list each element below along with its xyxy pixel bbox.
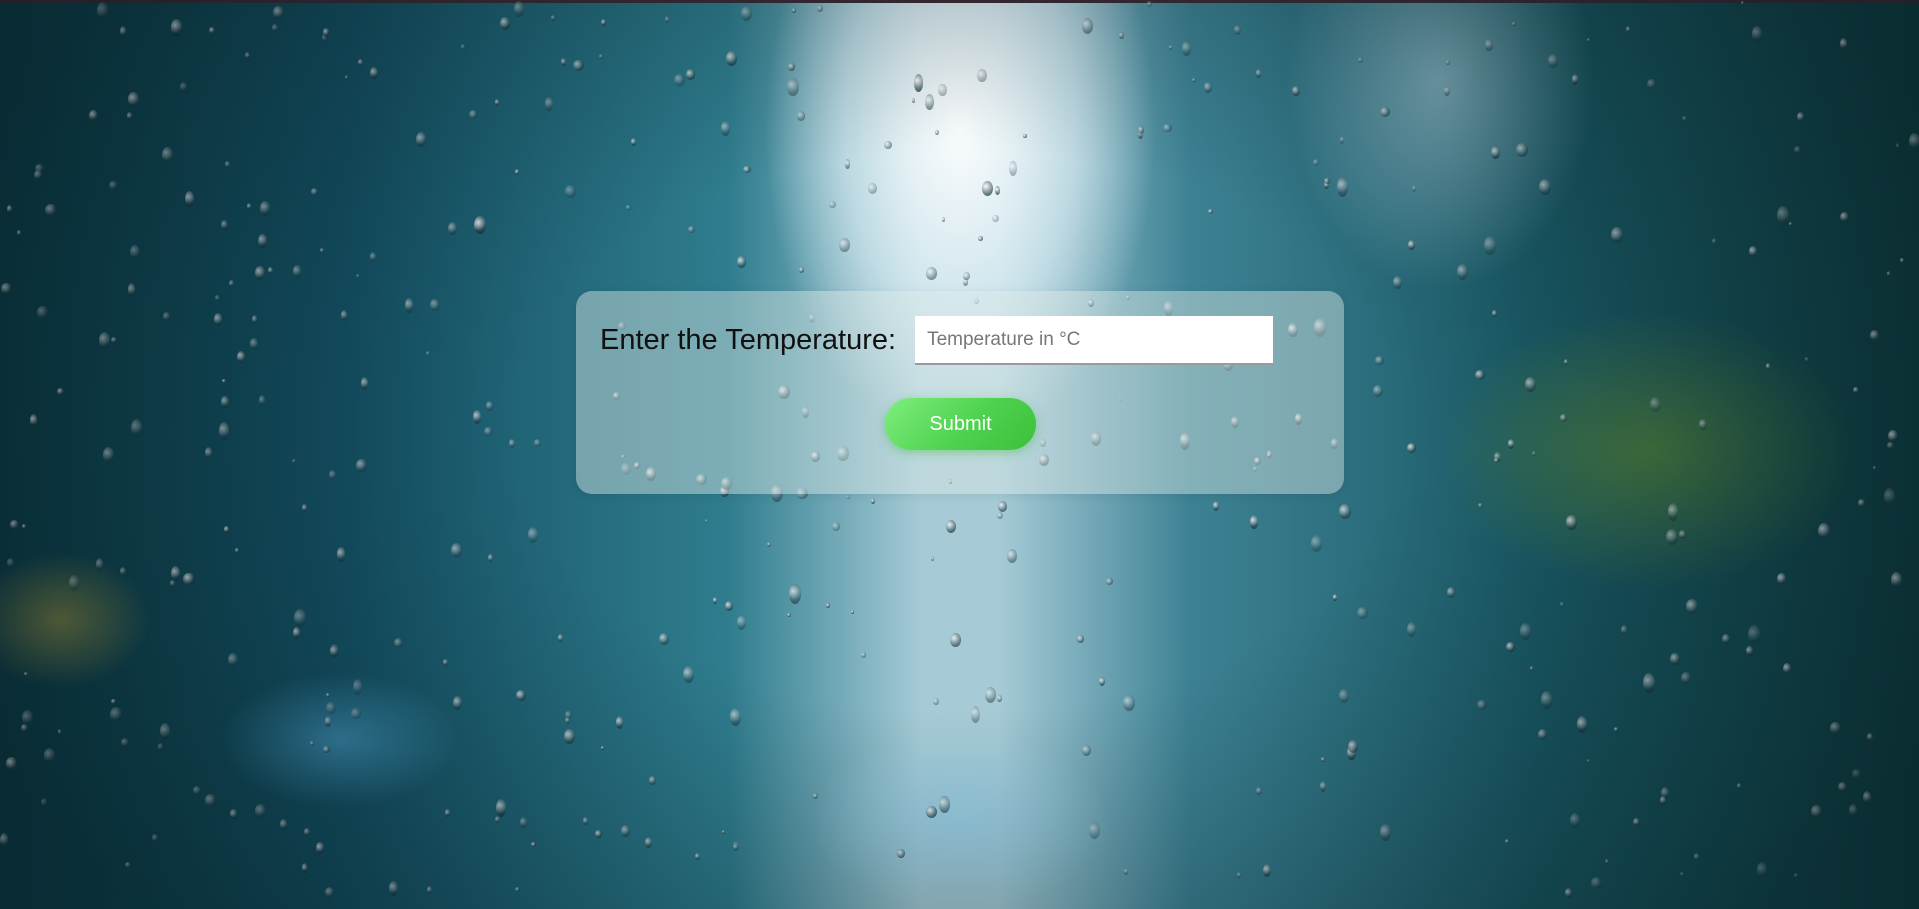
background-rainy-window: Enter the Temperature: Submit [0,0,1919,909]
submit-button[interactable]: Submit [885,398,1036,450]
temperature-label: Enter the Temperature: [600,324,897,356]
temperature-row: Enter the Temperature: [600,316,1274,365]
temperature-input[interactable] [915,316,1274,365]
temperature-form-card: Enter the Temperature: Submit [576,291,1344,494]
